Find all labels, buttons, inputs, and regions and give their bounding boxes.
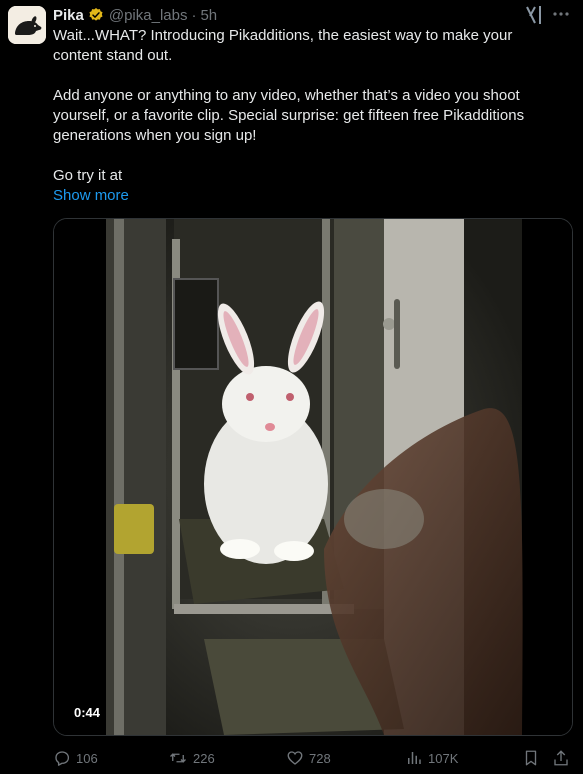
pika-logo-icon xyxy=(8,6,46,44)
author-handle[interactable]: @pika_labs xyxy=(109,7,188,24)
verified-badge-icon xyxy=(88,7,104,23)
reply-icon xyxy=(55,751,70,766)
repost-icon xyxy=(170,753,186,763)
like-button[interactable]: 728 xyxy=(286,748,331,768)
video-frame xyxy=(54,219,572,735)
tweet-actions: 106 226 728 107K xyxy=(53,748,573,770)
view-count: 107K xyxy=(428,750,459,766)
more-options-icon[interactable] xyxy=(548,4,574,26)
timestamp[interactable]: 5h xyxy=(200,7,217,24)
repost-button[interactable]: 226 xyxy=(168,748,215,768)
reply-button[interactable]: 106 xyxy=(53,748,98,768)
tweet-line: Wait...WHAT? Introducing Pikadditions, t… xyxy=(53,27,513,44)
tweet-header: Pika @pika_labs · 5h xyxy=(53,5,217,25)
author-name[interactable]: Pika xyxy=(53,7,84,24)
repost-count: 226 xyxy=(193,750,215,766)
video-player[interactable]: 0:44 xyxy=(53,218,573,736)
separator-dot: · xyxy=(191,6,197,24)
bookmark-button[interactable] xyxy=(522,748,545,768)
grok-icon[interactable] xyxy=(523,4,545,26)
video-duration: 0:44 xyxy=(68,703,107,723)
views-icon xyxy=(408,752,421,764)
tweet-line: yourself, or a favorite clip. Special su… xyxy=(53,107,525,124)
avatar[interactable] xyxy=(8,6,46,44)
like-count: 728 xyxy=(309,750,331,766)
tweet-line: Add anyone or anything to any video, whe… xyxy=(53,87,520,104)
share-icon xyxy=(554,750,568,766)
tweet-line: generations when you sign up! xyxy=(53,127,257,144)
views-button[interactable]: 107K xyxy=(405,748,458,768)
reply-count: 106 xyxy=(76,750,98,766)
tweet-text: Wait...WHAT? Introducing Pikadditions, t… xyxy=(53,26,563,206)
bookmark-icon xyxy=(525,750,537,766)
show-more-link[interactable]: Show more xyxy=(53,186,563,206)
tweet-line: Go try it at xyxy=(53,167,123,184)
share-button[interactable] xyxy=(552,748,575,768)
like-icon xyxy=(287,751,303,765)
tweet-line: content stand out. xyxy=(53,47,173,64)
